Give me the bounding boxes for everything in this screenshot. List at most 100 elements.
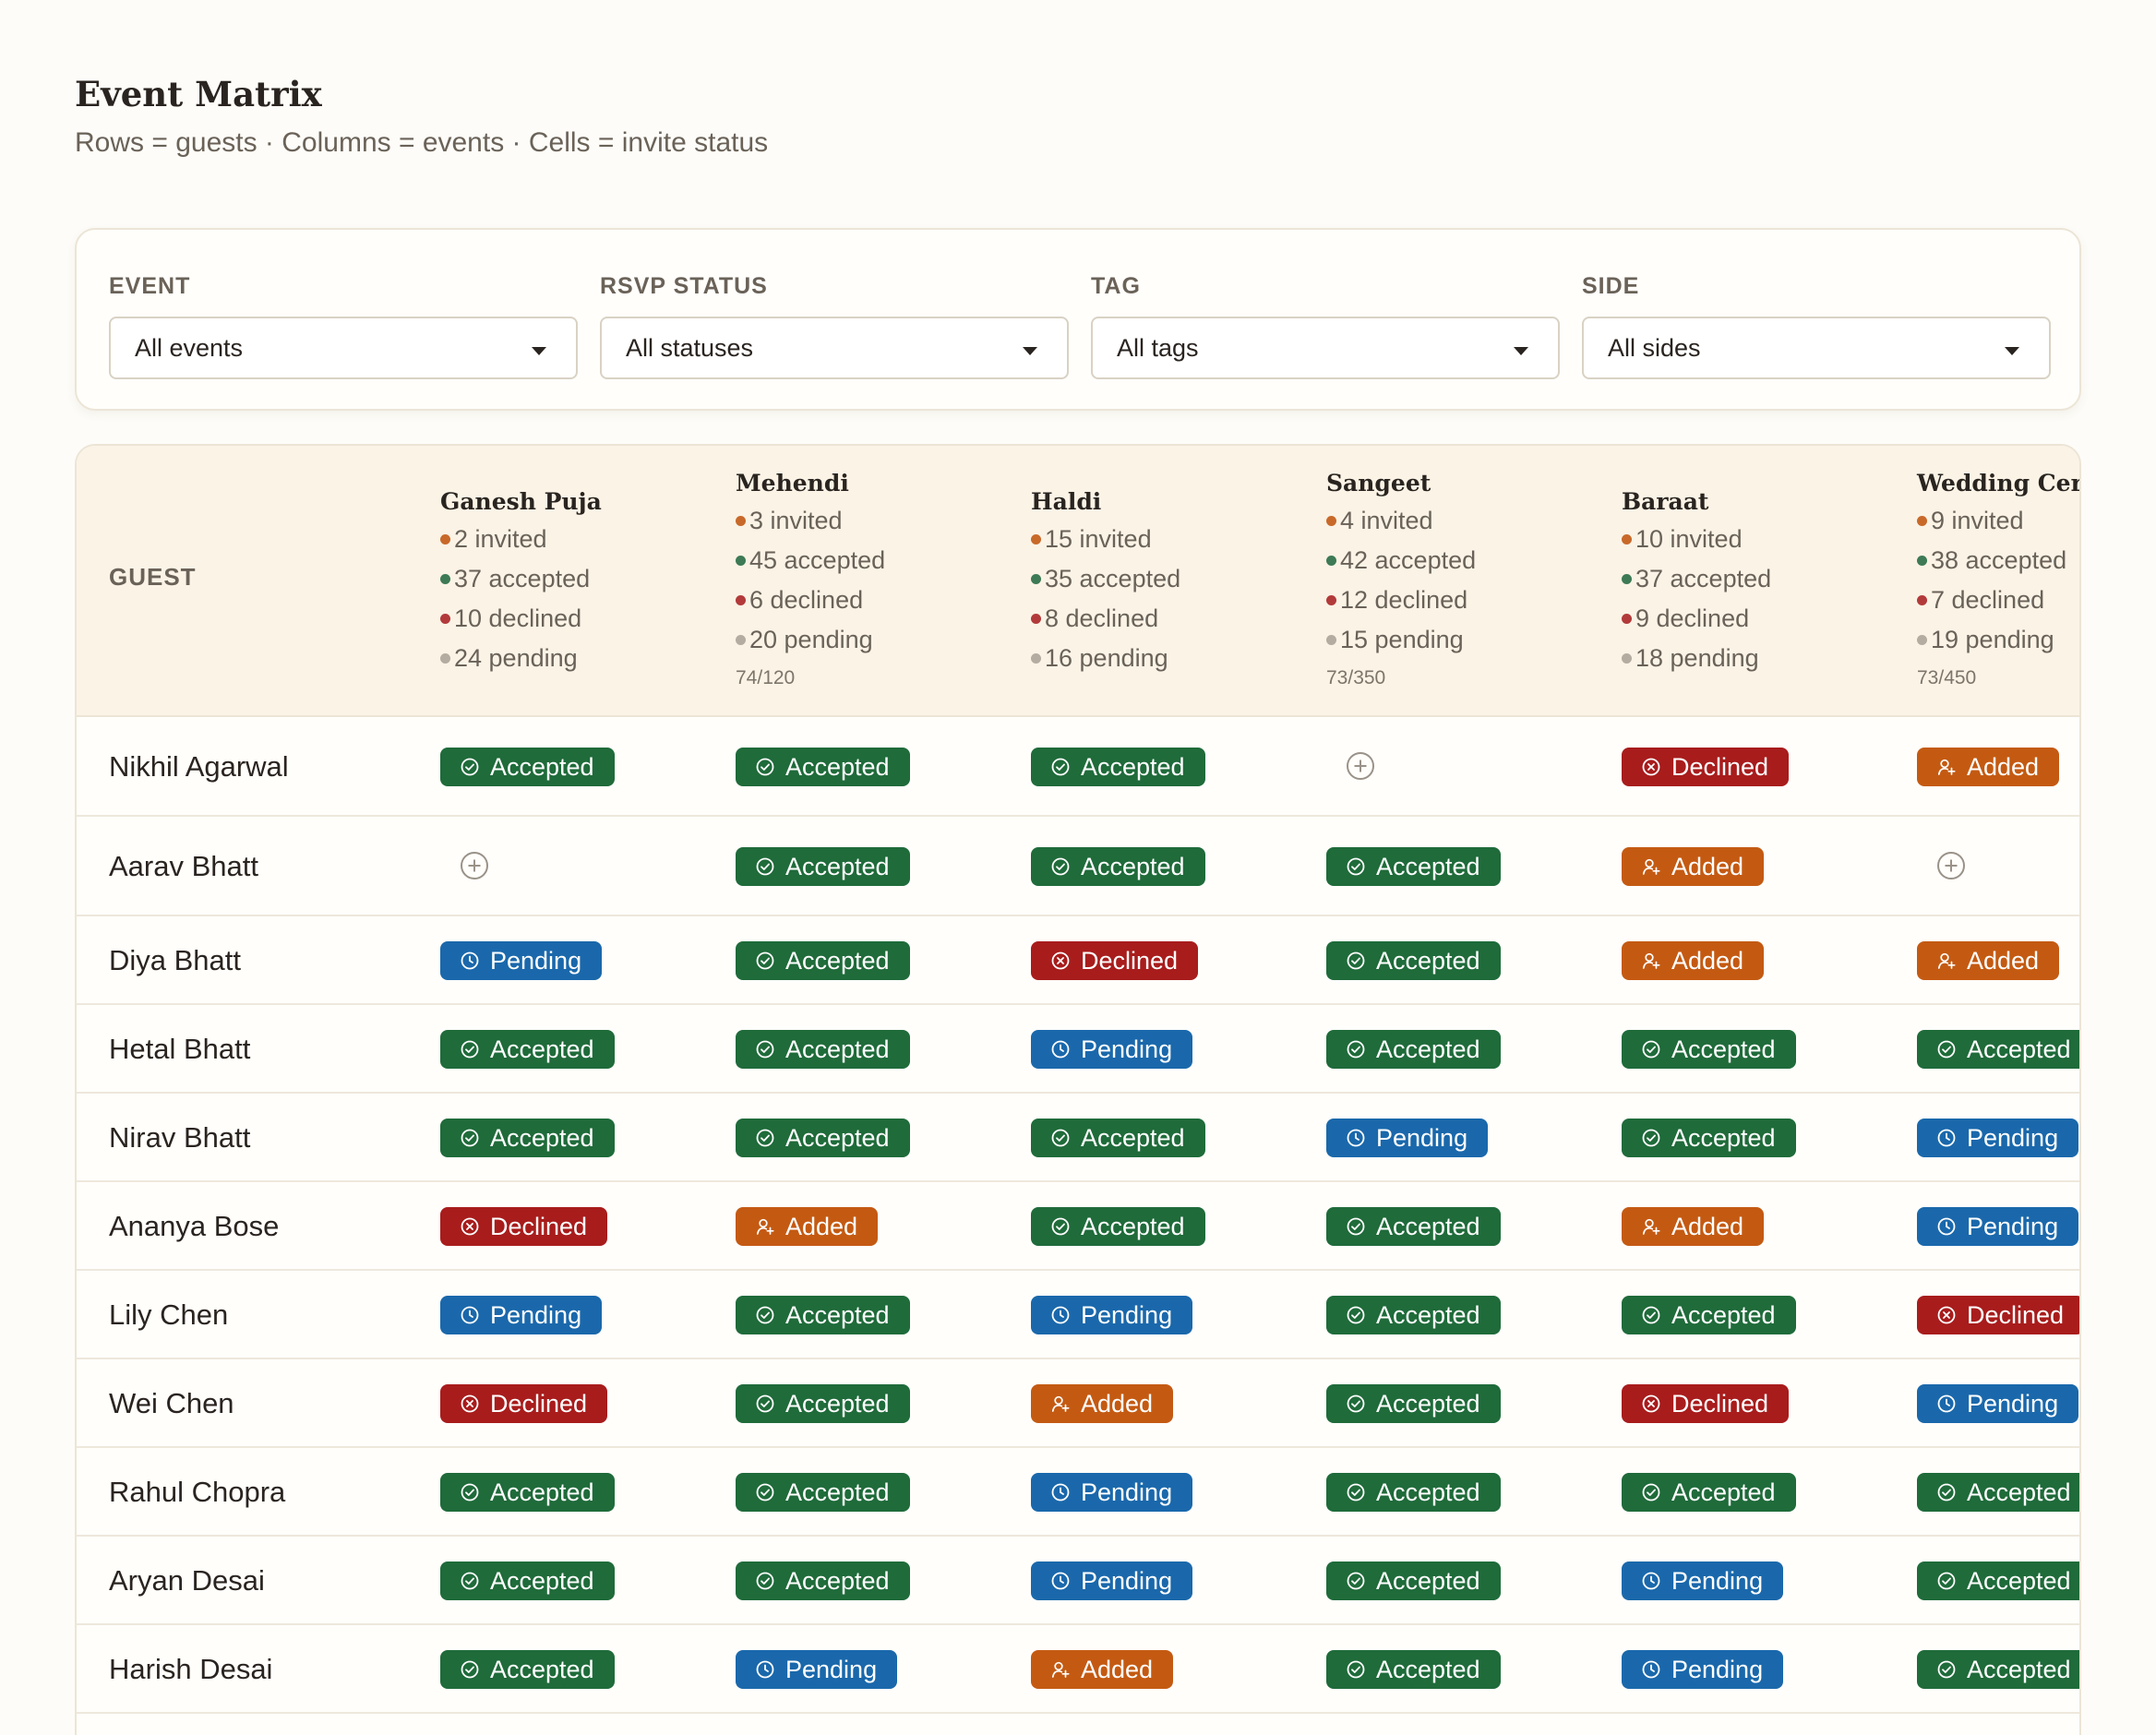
- status-badge-accepted[interactable]: Accepted: [736, 941, 910, 980]
- status-badge-accepted[interactable]: Accepted: [1326, 1296, 1501, 1334]
- status-badge-pending[interactable]: Pending: [1326, 1119, 1489, 1157]
- guest-name: Nirav Bhatt: [109, 1121, 251, 1154]
- status-badge-pending[interactable]: Pending: [440, 941, 603, 980]
- status-badge-declined[interactable]: Declined: [1622, 1384, 1790, 1423]
- status-badge-accepted[interactable]: Accepted: [1917, 1562, 2079, 1600]
- status-badge-accepted[interactable]: Accepted: [736, 1119, 910, 1157]
- status-badge-declined[interactable]: Declined: [1917, 1296, 2079, 1334]
- matrix-cell: Pending: [1917, 1359, 2079, 1446]
- matrix-cell: Added: [1622, 916, 1917, 1003]
- matrix-cell: Accepted: [440, 717, 736, 815]
- status-badge-pending[interactable]: Pending: [1031, 1562, 1193, 1600]
- tag-select[interactable]: All tags: [1091, 317, 1560, 379]
- matrix-cell: Declined: [1622, 1359, 1917, 1446]
- status-badge-accepted[interactable]: Accepted: [1622, 1030, 1796, 1069]
- x-circle-icon: [1937, 1306, 1956, 1324]
- select-value: All statuses: [626, 334, 754, 362]
- table-row: Rahul Chopra Accepted Accepted Pending Accep…: [77, 1448, 2079, 1537]
- matrix-cell: Pending: [1031, 1448, 1326, 1535]
- side-select[interactable]: All sides: [1582, 317, 2051, 379]
- status-badge-accepted[interactable]: Accepted: [1917, 1650, 2079, 1689]
- status-badge-pending[interactable]: Pending: [736, 1650, 898, 1689]
- status-badge-accepted[interactable]: Accepted: [736, 1296, 910, 1334]
- status-badge-declined[interactable]: Declined: [1031, 941, 1199, 980]
- status-label: Accepted: [1376, 1478, 1480, 1506]
- status-badge-declined[interactable]: Declined: [440, 1207, 608, 1246]
- status-badge-accepted[interactable]: Accepted: [1917, 1030, 2079, 1069]
- status-badge-accepted[interactable]: Accepted: [1326, 1384, 1501, 1423]
- stat-text: 8 declined: [1045, 604, 1159, 632]
- status-badge-accepted[interactable]: Accepted: [1622, 1473, 1796, 1512]
- status-badge-accepted[interactable]: Accepted: [736, 1030, 910, 1069]
- status-badge-added[interactable]: Added: [736, 1207, 879, 1246]
- status-badge-added[interactable]: Added: [1622, 941, 1765, 980]
- status-badge-accepted[interactable]: Accepted: [736, 748, 910, 786]
- status-badge-accepted[interactable]: Accepted: [736, 1562, 910, 1600]
- plus-circle-icon[interactable]: [461, 852, 488, 879]
- status-badge-accepted[interactable]: Accepted: [736, 1473, 910, 1512]
- status-badge-pending[interactable]: Pending: [1917, 1119, 2079, 1157]
- guest-name: Rahul Chopra: [109, 1476, 286, 1508]
- status-badge-accepted[interactable]: Accepted: [1326, 1473, 1501, 1512]
- matrix-cell: Added: [1622, 817, 1917, 915]
- status-badge-accepted[interactable]: Accepted: [440, 1650, 615, 1689]
- status-badge-accepted[interactable]: Accepted: [440, 1030, 615, 1069]
- matrix-cell: Accepted: [1326, 1271, 1622, 1358]
- matrix-cell: Pending: [1917, 1094, 2079, 1180]
- status-badge-accepted[interactable]: Accepted: [1031, 1119, 1205, 1157]
- status-badge-declined[interactable]: Declined: [1622, 748, 1790, 786]
- status-badge-pending[interactable]: Pending: [1031, 1030, 1193, 1069]
- status-badge-accepted[interactable]: Accepted: [1622, 1296, 1796, 1334]
- plus-circle-icon[interactable]: [1347, 752, 1374, 780]
- status-badge-added[interactable]: Added: [1031, 1650, 1174, 1689]
- status-label: Pending: [1967, 1123, 2059, 1152]
- status-badge-accepted[interactable]: Accepted: [1031, 1207, 1205, 1246]
- event-select[interactable]: All events: [109, 317, 578, 379]
- status-badge-accepted[interactable]: Accepted: [1622, 1119, 1796, 1157]
- status-label: Pending: [1671, 1655, 1764, 1683]
- stat-text: 12 declined: [1340, 586, 1468, 614]
- status-badge-pending[interactable]: Pending: [1917, 1207, 2079, 1246]
- status-badge-accepted[interactable]: Accepted: [1031, 748, 1205, 786]
- event-stat-accepted: 37 accepted: [1622, 565, 1771, 593]
- stat-text: 15 pending: [1340, 626, 1464, 653]
- status-badge-added[interactable]: Added: [1917, 748, 2060, 786]
- status-badge-pending[interactable]: Pending: [1031, 1296, 1193, 1334]
- status-badge-accepted[interactable]: Accepted: [440, 1562, 615, 1600]
- status-badge-accepted[interactable]: Accepted: [1326, 1207, 1501, 1246]
- event-stat-invited: 15 invited: [1031, 525, 1152, 554]
- status-badge-accepted[interactable]: Accepted: [1917, 1473, 2079, 1512]
- status-badge-accepted[interactable]: Accepted: [1326, 1650, 1501, 1689]
- status-badge-pending[interactable]: Pending: [1917, 1384, 2079, 1423]
- guest-name: Diya Bhatt: [109, 944, 242, 976]
- stat-text: 19 pending: [1931, 626, 2054, 653]
- status-badge-added[interactable]: Added: [1622, 1207, 1765, 1246]
- status-badge-pending[interactable]: Pending: [1622, 1650, 1784, 1689]
- matrix-cell: Accepted: [1326, 1005, 1622, 1092]
- matrix-cell: Pending: [1031, 1005, 1326, 1092]
- status-badge-added[interactable]: Added: [1031, 1384, 1174, 1423]
- status-badge-declined[interactable]: Declined: [440, 1384, 608, 1423]
- status-badge-accepted[interactable]: Accepted: [1326, 1030, 1501, 1069]
- table-row: Nikhil Agarwal Accepted Accepted Accepted De…: [77, 717, 2079, 817]
- event-capacity: 73/350: [1326, 667, 1386, 688]
- status-badge-accepted[interactable]: Accepted: [736, 1384, 910, 1423]
- status-badge-added[interactable]: Added: [1917, 941, 2060, 980]
- status-badge-pending[interactable]: Pending: [440, 1296, 603, 1334]
- status-badge-accepted[interactable]: Accepted: [440, 1473, 615, 1512]
- guest-name: Lily Chen: [109, 1298, 229, 1331]
- status-badge-pending[interactable]: Pending: [1031, 1473, 1193, 1512]
- status-badge-pending[interactable]: Pending: [1622, 1562, 1784, 1600]
- status-badge-accepted[interactable]: Accepted: [1326, 847, 1501, 886]
- rsvp-status-select[interactable]: All statuses: [600, 317, 1069, 379]
- status-badge-accepted[interactable]: Accepted: [1326, 941, 1501, 980]
- plus-circle-icon[interactable]: [1937, 852, 1965, 879]
- status-badge-accepted[interactable]: Accepted: [736, 847, 910, 886]
- status-badge-added[interactable]: Added: [1622, 847, 1765, 886]
- status-dot-icon: [1917, 595, 1927, 605]
- status-badge-accepted[interactable]: Accepted: [440, 1119, 615, 1157]
- status-label: Pending: [1081, 1478, 1173, 1506]
- status-badge-accepted[interactable]: Accepted: [440, 748, 615, 786]
- status-badge-accepted[interactable]: Accepted: [1326, 1562, 1501, 1600]
- status-badge-accepted[interactable]: Accepted: [1031, 847, 1205, 886]
